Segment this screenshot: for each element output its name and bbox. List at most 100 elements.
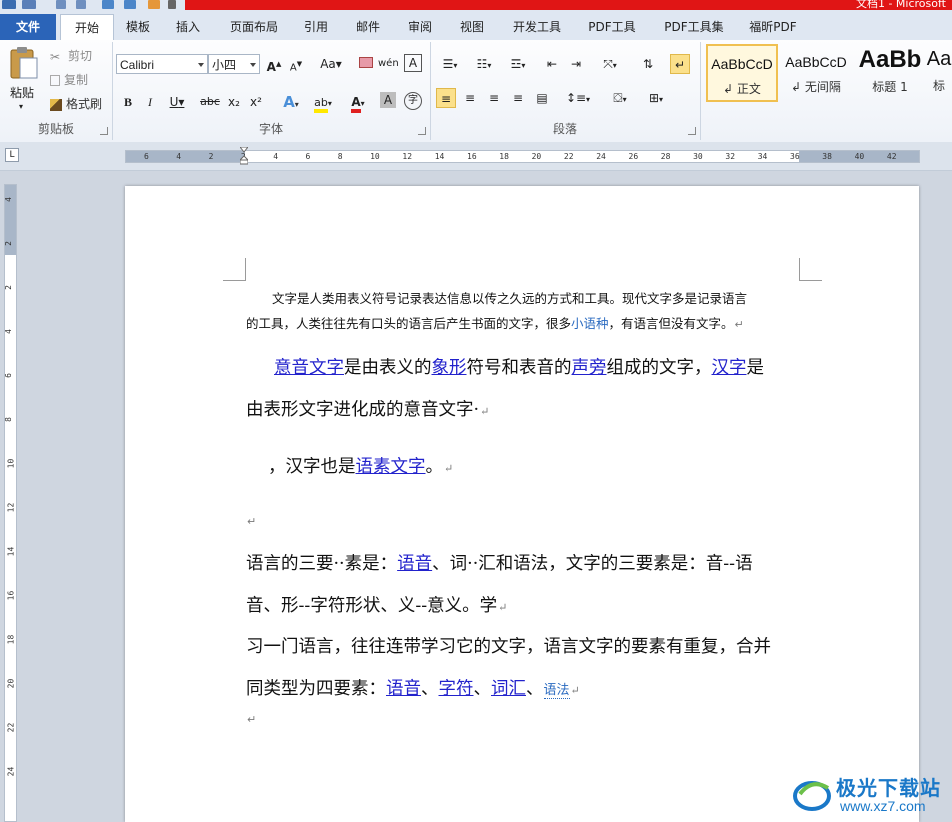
undo-icon[interactable]: [56, 0, 66, 9]
paragraph-1-line-2[interactable]: 的工具，人类往往先有口头的语言后产生书面的文字，很多小语种，有语言但没有文字。↵: [246, 313, 801, 332]
tab-insert[interactable]: 插入: [168, 16, 208, 40]
paragraph-2-line-2[interactable]: 由表形文字进化成的意音文字·↵: [246, 396, 801, 421]
document-page[interactable]: 文字是人类用表义符号记录表达信息以传之久远的方式和工具。现代文字多是记录语言 的…: [125, 186, 919, 822]
style-no-spacing[interactable]: AaBbCcD ↲ 无间隔: [780, 44, 852, 102]
font-size-select[interactable]: 小四: [208, 54, 260, 74]
text-effects-button[interactable]: A▾: [278, 92, 304, 112]
underline-button[interactable]: U▾: [164, 92, 190, 112]
highlight-button[interactable]: ab▾: [308, 92, 338, 113]
tab-review[interactable]: 审阅: [400, 16, 440, 40]
tab-references[interactable]: 引用: [296, 16, 336, 40]
link-logographic[interactable]: 意音文字: [274, 358, 344, 378]
tab-view[interactable]: 视图: [452, 16, 492, 40]
enclose-char-button[interactable]: 字: [404, 92, 422, 110]
subscript-button[interactable]: x₂: [224, 92, 244, 112]
show-hide-marks-button[interactable]: ↵: [670, 54, 690, 74]
change-case-button[interactable]: Aa▾: [318, 54, 344, 74]
link-minority-language[interactable]: 小语种: [571, 316, 609, 331]
quick-print-icon[interactable]: [124, 0, 136, 9]
sort-button[interactable]: ⇅: [638, 54, 658, 74]
copy-icon: [50, 75, 60, 86]
link-pictograph[interactable]: 象形: [432, 358, 467, 378]
paragraph-6-line-1[interactable]: 习一门语言，往往连带学习它的文字，语言文字的要素有重复，合并: [246, 633, 801, 658]
tab-page-layout[interactable]: 页面布局: [222, 16, 286, 40]
font-dialog-launcher-icon[interactable]: [418, 127, 426, 135]
paragraph-group-label: 段落: [552, 122, 577, 136]
ruler-number: 4: [3, 197, 13, 202]
style-heading-1[interactable]: AaBb 标题 1: [854, 44, 926, 102]
align-left-button[interactable]: ≡: [436, 88, 456, 108]
link-morphemic-script[interactable]: 语素文字: [356, 457, 426, 477]
style-heading-2[interactable]: Aa 标: [926, 44, 952, 102]
paragraph-dialog-launcher-icon[interactable]: [688, 127, 696, 135]
link-grammar[interactable]: 语法: [543, 683, 570, 699]
text-run: 组成的文字，: [606, 358, 712, 378]
font-color-button[interactable]: A▾: [344, 92, 372, 113]
numbering-button[interactable]: ☷▾: [470, 54, 498, 74]
style-normal[interactable]: AaBbCcD ↲ 正文: [706, 44, 778, 102]
increase-indent-button[interactable]: ⇥: [566, 54, 586, 74]
tab-template[interactable]: 模板: [118, 16, 158, 40]
paste-dropdown-icon[interactable]: ▾: [19, 102, 23, 111]
link-characters[interactable]: 字符: [439, 679, 474, 699]
link-phonetic-component[interactable]: 声旁: [572, 358, 607, 378]
link-phonetics[interactable]: 语音: [397, 554, 432, 574]
shading-button[interactable]: ⛋▾: [606, 88, 634, 108]
strikethrough-button[interactable]: abc: [198, 92, 222, 112]
char-border-button[interactable]: A: [404, 54, 422, 72]
link-chinese-characters[interactable]: 汉字: [712, 358, 747, 378]
tab-selector-icon[interactable]: L: [5, 148, 19, 162]
align-right-button[interactable]: ≡: [484, 88, 504, 108]
clipboard-dialog-launcher-icon[interactable]: [100, 127, 108, 135]
paragraph-2-line-1[interactable]: 意音文字是由表义的象形符号和表音的声旁组成的文字，汉字是: [246, 354, 829, 379]
tab-pdf-toolset[interactable]: PDF工具集: [658, 16, 730, 40]
empty-paragraph[interactable]: ↵: [246, 712, 801, 726]
link-phonetics[interactable]: 语音: [386, 679, 421, 699]
font-color-icon: A: [351, 95, 361, 113]
clipboard-group-label: 剪贴板: [37, 122, 74, 136]
save-icon[interactable]: [22, 0, 36, 9]
char-shading-button[interactable]: A: [380, 92, 396, 108]
shrink-font-button[interactable]: A▼: [286, 54, 306, 74]
tab-pdf-tools[interactable]: PDF工具: [582, 16, 642, 40]
empty-paragraph[interactable]: ↵: [246, 514, 801, 528]
font-name-select[interactable]: Calibri: [116, 54, 208, 74]
distribute-button[interactable]: ▤: [532, 88, 552, 108]
decrease-indent-button[interactable]: ⇤: [542, 54, 562, 74]
paragraph-1-line-1[interactable]: 文字是人类用表义符号记录表达信息以传之久远的方式和工具。现代文字多是记录语言: [246, 288, 801, 307]
tab-home[interactable]: 开始: [60, 14, 114, 42]
customize-quick-access-icon[interactable]: [168, 0, 176, 9]
paragraph-5-line-1[interactable]: 语言的三要··素是：语音、词··汇和语法，文字的三要素是：音--语: [246, 550, 801, 575]
superscript-button[interactable]: x²: [246, 92, 266, 112]
italic-button[interactable]: I: [140, 92, 160, 112]
phonetic-guide-button[interactable]: wén: [378, 54, 399, 74]
borders-button[interactable]: ⊞▾: [642, 88, 670, 108]
link-vocabulary[interactable]: 词汇: [491, 679, 526, 699]
paragraph-5-line-2[interactable]: 音、形--字符形状、义--意义。学↵: [246, 592, 801, 617]
align-center-button[interactable]: ≡: [460, 88, 480, 108]
grow-font-button[interactable]: A▲: [264, 54, 284, 74]
paragraph-3[interactable]: ，汉字也是语素文字。↵: [246, 453, 823, 478]
justify-button[interactable]: ≡: [508, 88, 528, 108]
format-painter-button[interactable]: 格式刷: [50, 94, 102, 114]
open-icon[interactable]: [148, 0, 160, 9]
cut-button[interactable]: ✂ 剪切: [50, 46, 92, 66]
clear-format-button[interactable]: [356, 54, 376, 74]
indent-marker-icon[interactable]: [240, 147, 248, 165]
copy-button[interactable]: 复制: [50, 70, 88, 90]
bold-button[interactable]: B: [118, 92, 138, 112]
chinese-layout-button[interactable]: ⤧▾: [596, 54, 624, 74]
tab-foxit-pdf[interactable]: 福昕PDF: [742, 16, 804, 40]
ruler-number: 22: [563, 152, 574, 161]
paste-button[interactable]: 粘贴 ▾: [6, 46, 42, 112]
paragraph-6-line-2[interactable]: 同类型为四要素：语音、字符、词汇、语法↵: [246, 675, 801, 700]
print-preview-icon[interactable]: [102, 0, 114, 9]
tab-developer[interactable]: 开发工具: [506, 16, 568, 40]
tab-mailings[interactable]: 邮件: [348, 16, 388, 40]
tab-file[interactable]: 文件: [0, 14, 56, 40]
line-spacing-button[interactable]: ↕≡▾: [564, 88, 592, 108]
multilevel-list-button[interactable]: ☲▾: [504, 54, 532, 74]
vertical-ruler[interactable]: 4 2 2 4 6 8 10 12 14 16 18 20 22 24: [4, 184, 17, 822]
bullets-button[interactable]: ☰▾: [436, 54, 464, 74]
redo-icon[interactable]: [76, 0, 86, 9]
